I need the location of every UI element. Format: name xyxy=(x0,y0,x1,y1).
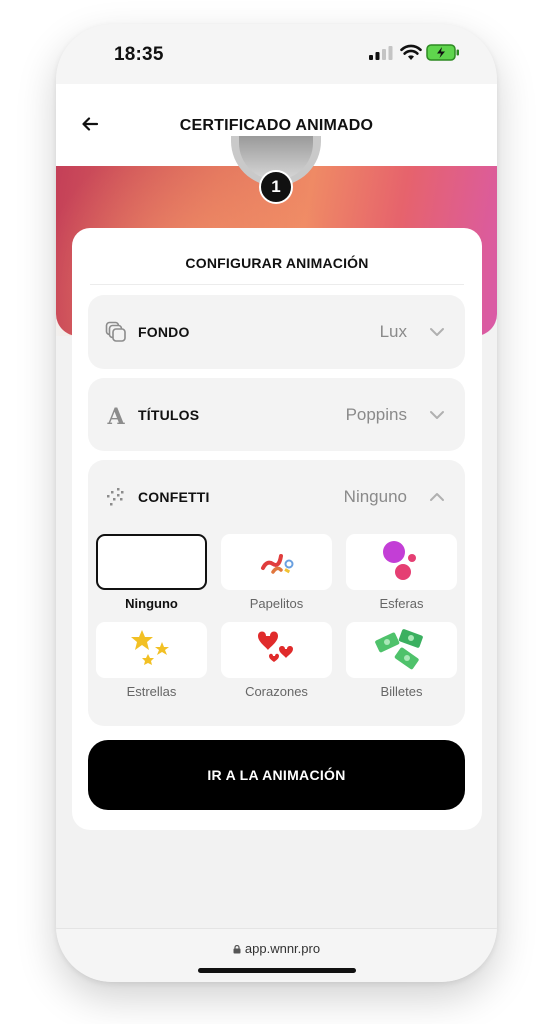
battery-charging-icon xyxy=(426,44,459,61)
option-label: Papelitos xyxy=(249,596,304,611)
status-time: 18:35 xyxy=(114,44,164,65)
lock-icon xyxy=(233,945,241,954)
config-card: CONFIGURAR ANIMACIÓN FONDO Lux A TÍTULOS… xyxy=(72,228,482,830)
confetti-option-ninguno[interactable] xyxy=(96,534,207,590)
home-indicator[interactable] xyxy=(198,968,356,973)
row-label: CONFETTI xyxy=(138,489,210,505)
chevron-down-icon xyxy=(430,328,444,336)
config-title: CONFIGURAR ANIMACIÓN xyxy=(185,255,369,271)
confetti-option-papelitos[interactable] xyxy=(221,534,332,590)
spheres-icon xyxy=(383,541,416,580)
browser-url[interactable]: app.wnnr.pro xyxy=(56,941,497,956)
font-letter-icon: A xyxy=(106,404,125,427)
step-badge: 1 xyxy=(259,170,293,204)
layers-icon xyxy=(105,321,126,342)
chevron-down-icon xyxy=(430,411,444,419)
banknotes-icon xyxy=(375,629,423,670)
row-value: Lux xyxy=(379,322,407,341)
option-label: Ninguno xyxy=(125,596,178,611)
row-label: TÍTULOS xyxy=(138,407,200,423)
phone-frame: 18:35 CERTIFICADO ANIMADO 1 CONFIGURAR A xyxy=(56,24,497,982)
confetti-option-estrellas[interactable] xyxy=(96,622,207,678)
confetti-option-esferas[interactable] xyxy=(346,534,457,590)
confetti-option-billetes[interactable] xyxy=(346,622,457,678)
row-label: FONDO xyxy=(138,324,190,340)
page-title: CERTIFICADO ANIMADO xyxy=(179,117,374,134)
paper-confetti-icon xyxy=(261,554,294,574)
confetti-option-corazones[interactable] xyxy=(221,622,332,678)
config-row-titulos[interactable]: A TÍTULOS Poppins xyxy=(88,378,465,451)
config-row-confetti: CONFETTI Ninguno Ninguno Papelitos Esfer… xyxy=(88,460,465,726)
chevron-up-icon[interactable] xyxy=(429,492,445,502)
option-label: Billetes xyxy=(380,684,423,699)
config-row-fondo[interactable]: FONDO Lux xyxy=(88,295,465,369)
confetti-icon xyxy=(107,488,124,506)
option-label: Estrellas xyxy=(126,684,177,699)
browser-bottom-bar: app.wnnr.pro xyxy=(56,928,497,982)
option-label: Corazones xyxy=(245,684,308,699)
svg-text:A: A xyxy=(106,404,125,427)
divider xyxy=(90,284,464,285)
hearts-icon xyxy=(258,631,293,662)
wifi-icon xyxy=(400,44,422,60)
row-value: Ninguno xyxy=(343,487,407,506)
row-value: Poppins xyxy=(345,405,407,424)
cellular-signal-icon xyxy=(369,46,393,60)
status-bar: 18:35 xyxy=(56,24,497,84)
url-text: app.wnnr.pro xyxy=(244,941,321,956)
go-to-animation-button[interactable]: IR A LA ANIMACIÓN xyxy=(88,740,465,810)
stars-icon xyxy=(131,630,169,665)
option-label: Esferas xyxy=(379,596,424,611)
